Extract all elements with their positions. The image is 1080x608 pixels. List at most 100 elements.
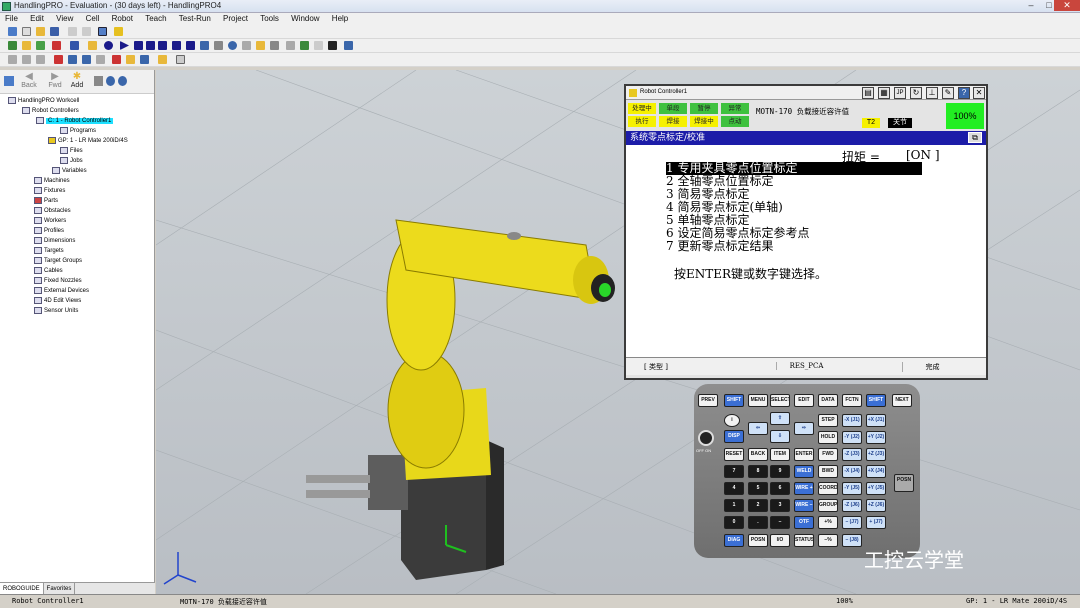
key-weld[interactable]: WELD ENBL <box>794 465 814 478</box>
grid-icon[interactable] <box>8 27 17 36</box>
key-jy-plus[interactable]: +Y (J2) <box>866 431 886 444</box>
view-icon[interactable] <box>82 55 91 64</box>
menu-cell[interactable]: Cell <box>81 13 105 25</box>
tp-close-button[interactable]: ✕ <box>973 87 985 99</box>
key-arrow-down[interactable]: ⇩ <box>770 430 790 443</box>
key-3[interactable]: 3 <box>770 499 790 512</box>
key-disp[interactable]: DISP <box>724 430 744 443</box>
play-icon[interactable] <box>120 41 129 50</box>
key-j6-minus[interactable]: -Z (J6) <box>842 499 862 512</box>
key-diag-help[interactable]: DIAG HELP <box>724 534 744 547</box>
key-wire-plus[interactable]: WIRE + <box>794 482 814 495</box>
key-arrow-right[interactable]: ⇨ <box>794 422 814 435</box>
zoom-fit-icon[interactable] <box>36 55 45 64</box>
zoom-out-icon[interactable] <box>22 55 31 64</box>
key-0[interactable]: 0 <box>724 516 744 529</box>
pendant-icon[interactable] <box>286 41 295 50</box>
info-icon[interactable]: i <box>724 414 740 427</box>
check-icon[interactable] <box>314 41 323 50</box>
tree-profiles[interactable]: Profiles <box>34 226 64 236</box>
tree-workcell[interactable]: HandlingPRO Workcell <box>8 96 79 106</box>
online-icon[interactable] <box>328 41 337 50</box>
menu-edit[interactable]: Edit <box>25 13 49 25</box>
menu-item-7[interactable]: 7 更新零点标定结果 <box>666 240 773 253</box>
hand-icon[interactable] <box>176 55 185 64</box>
key-jz-minus[interactable]: -Z (J3) <box>842 448 862 461</box>
key-item[interactable]: ITEM <box>770 448 790 461</box>
close-button[interactable]: ✕ <box>1054 0 1080 11</box>
fkey-5[interactable]: 完成 <box>902 362 962 372</box>
key-j5-plus[interactable]: +Y (J5) <box>866 482 886 495</box>
tree-target-groups[interactable]: Target Groups <box>34 256 82 266</box>
record-icon[interactable] <box>52 41 61 50</box>
teach-icon[interactable] <box>8 41 17 50</box>
menu-view[interactable]: View <box>51 13 78 25</box>
rotate-icon[interactable] <box>68 55 77 64</box>
side-posn-button[interactable]: POSN <box>894 474 914 492</box>
key-1[interactable]: 1 <box>724 499 744 512</box>
key-jz-plus[interactable]: +Z (J3) <box>866 448 886 461</box>
key-2[interactable]: 2 <box>748 499 768 512</box>
key-menu[interactable]: MENU <box>748 394 768 407</box>
tree-controller[interactable]: C: 1 - Robot Controller1 <box>36 116 114 126</box>
key-hold[interactable]: HOLD <box>818 431 838 444</box>
keyswitch-icon[interactable] <box>698 430 714 446</box>
key-arrow-left[interactable]: ⇦ <box>748 422 768 435</box>
menu-tools[interactable]: Tools <box>255 13 284 25</box>
key-select[interactable]: SELECT <box>770 394 790 407</box>
new-icon[interactable] <box>22 27 31 36</box>
open-icon[interactable] <box>36 27 45 36</box>
key-j4-minus[interactable]: -X (J4) <box>842 465 862 478</box>
cut-icon[interactable] <box>214 41 223 50</box>
save-icon[interactable] <box>50 27 59 36</box>
ruler-icon[interactable] <box>256 41 265 50</box>
torque-value[interactable]: [ON ] <box>906 148 940 162</box>
snap-icon[interactable] <box>140 55 149 64</box>
tp-tools-button[interactable]: ⊥ <box>926 87 938 99</box>
eject-icon[interactable] <box>172 41 181 50</box>
tree-machines[interactable]: Machines <box>34 176 70 186</box>
fkey-1[interactable]: [ 类型 ] <box>626 362 686 372</box>
tp-jp-button[interactable]: JP <box>894 87 906 99</box>
menu-window[interactable]: Window <box>286 13 324 25</box>
tool-icon[interactable] <box>70 41 79 50</box>
minimize-button[interactable]: – <box>1022 0 1040 11</box>
tp-screen-button[interactable]: ▤ <box>862 87 874 99</box>
key-step[interactable]: STEP <box>818 414 838 427</box>
tree-fixed-nozzles[interactable]: Fixed Nozzles <box>34 276 82 286</box>
tp-help-button[interactable]: ? <box>958 87 970 99</box>
refresh-icon[interactable] <box>106 76 115 86</box>
key-slow-fast[interactable]: +% <box>818 516 838 529</box>
help-icon[interactable] <box>114 27 123 36</box>
key-fwd[interactable]: FWD <box>818 448 838 461</box>
tree-variables[interactable]: Variables <box>52 166 87 176</box>
key-j7-minus[interactable]: – (J7) <box>842 516 862 529</box>
key-coord[interactable]: COORD <box>818 482 838 495</box>
key-backspace[interactable]: BACK SPACE <box>748 448 768 461</box>
key-status[interactable]: STATUS <box>794 534 814 547</box>
tree-jobs[interactable]: Jobs <box>60 156 83 166</box>
key-speed-down[interactable]: −% <box>818 534 838 547</box>
light-icon[interactable] <box>126 55 135 64</box>
measure-icon[interactable] <box>242 41 251 50</box>
fkey-3[interactable]: RES_PCA <box>776 362 836 370</box>
zoom-in-icon[interactable] <box>8 55 17 64</box>
tp-keyboard-button[interactable]: ▦ <box>878 87 890 99</box>
tree-cables[interactable]: Cables <box>34 266 63 276</box>
key-jy-minus[interactable]: -Y (J2) <box>842 431 862 444</box>
key-jx-minus[interactable]: -X (J1) <box>842 414 862 427</box>
stop-record-icon[interactable] <box>104 41 113 50</box>
key-j6-plus[interactable]: +Z (J6) <box>866 499 886 512</box>
key-bwd[interactable]: BWD <box>818 465 838 478</box>
tp-icon[interactable] <box>270 41 279 50</box>
redo-icon[interactable] <box>82 27 91 36</box>
stop-icon[interactable] <box>158 41 167 50</box>
key-next[interactable]: NEXT <box>892 394 912 407</box>
record-button-icon[interactable] <box>186 41 195 50</box>
lock-icon[interactable] <box>88 41 97 50</box>
key-shift-right[interactable]: SHIFT <box>866 394 886 407</box>
pan-icon[interactable] <box>54 55 63 64</box>
key-minus[interactable]: – <box>770 516 790 529</box>
key-io[interactable]: I/O <box>770 534 790 547</box>
key-otf[interactable]: OTF <box>794 516 814 529</box>
